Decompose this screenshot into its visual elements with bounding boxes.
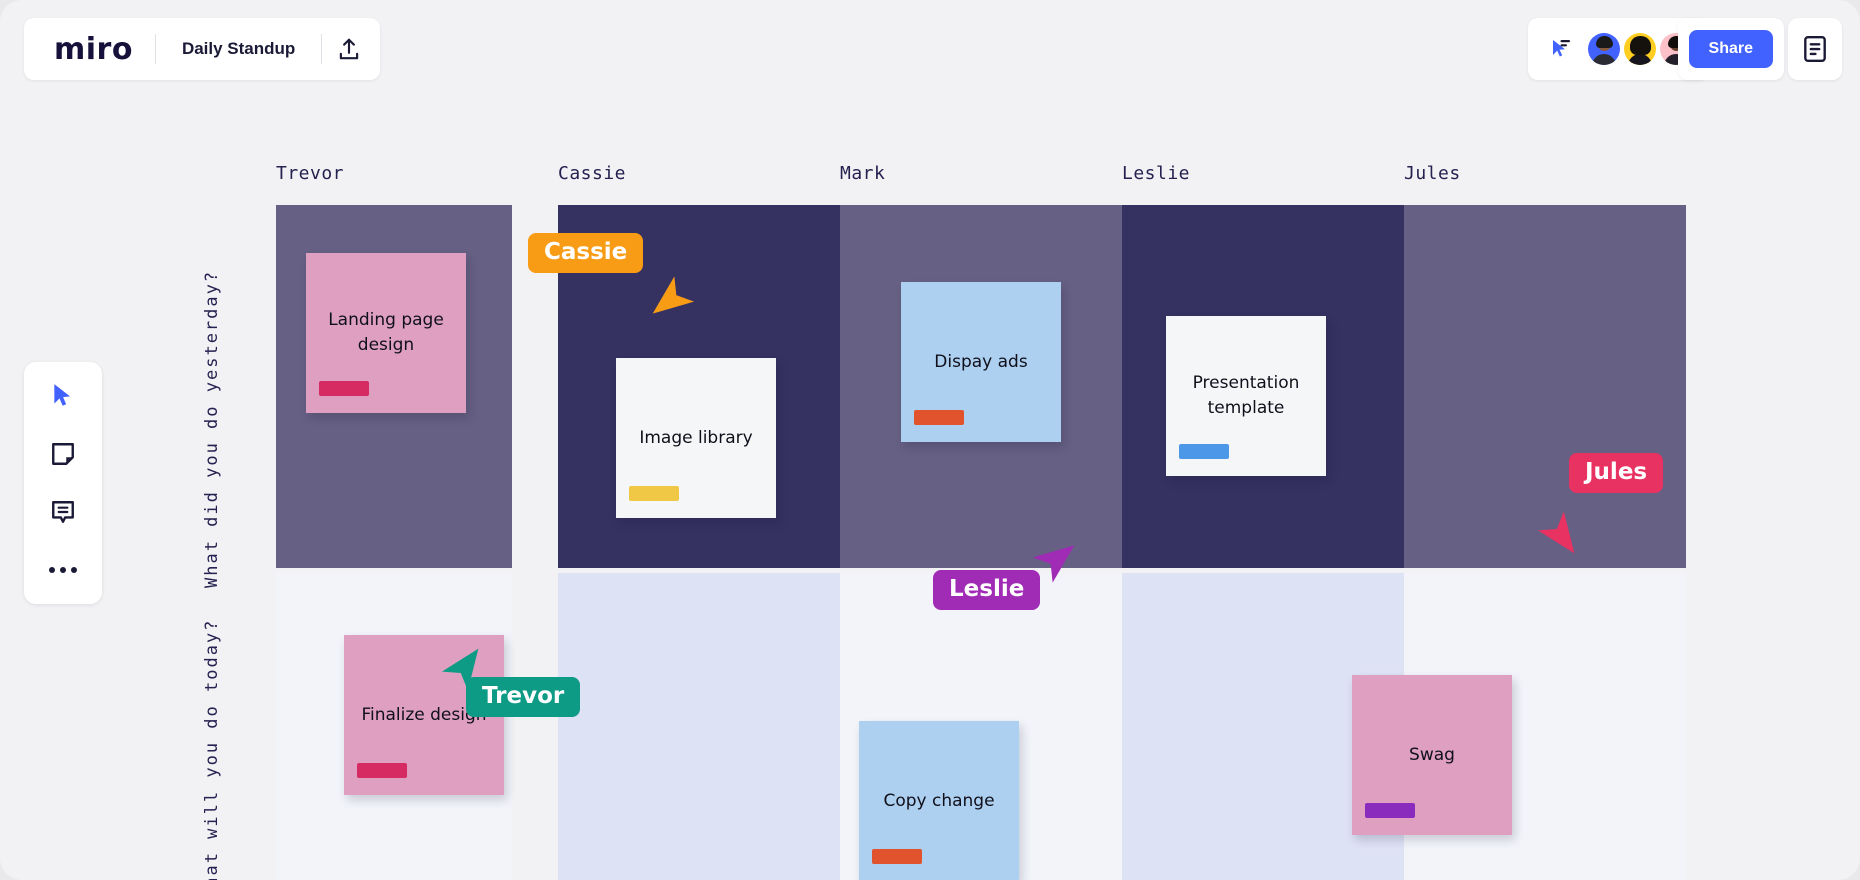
cursor-name-label: Leslie <box>933 570 1041 611</box>
miro-logo-text: miro <box>54 31 133 67</box>
sticky-note-text: Presentation template <box>1192 373 1300 418</box>
sticky-note-text: Landing page design <box>328 310 444 355</box>
share-panel: Share <box>1677 18 1784 80</box>
sticky-note-tag <box>357 763 407 778</box>
cursor-select-icon <box>54 384 71 406</box>
column-header-jules: Jules <box>1404 163 1461 184</box>
tool-sticky-note[interactable] <box>39 434 87 474</box>
column-header-row: Trevor Cassie Mark Leslie Jules <box>276 163 1676 193</box>
left-toolbar <box>24 362 102 604</box>
sticky-note[interactable]: Presentation template <box>1166 316 1326 476</box>
cursor-name-label: Jules <box>1569 453 1664 494</box>
sticky-note[interactable]: Landing page design <box>306 253 466 413</box>
standup-board: Trevor Cassie Mark Leslie Jules What did you… <box>202 163 1686 880</box>
avatar[interactable] <box>1624 33 1656 65</box>
upload-button[interactable] <box>322 24 376 74</box>
sticky-note-text: Dispay ads <box>934 351 1028 372</box>
sticky-note-text: Image library <box>639 427 753 448</box>
sticky-note[interactable]: Dispay ads <box>901 282 1061 442</box>
sticky-note[interactable]: Copy change <box>859 721 1019 880</box>
row-label-1: What did you do yesterday? <box>202 269 222 588</box>
follow-cursor-icon <box>1553 40 1570 57</box>
row-label-2: What will you do today? <box>202 618 222 880</box>
sticky-note-tag <box>629 486 679 501</box>
tool-more-options[interactable] <box>39 550 87 590</box>
grid-cell-cassie-row2[interactable] <box>558 573 840 880</box>
column-header-leslie: Leslie <box>1122 163 1191 184</box>
sticky-note[interactable]: Image library <box>616 358 776 518</box>
app-window: miro Daily Standup Share Trevor Cassie M… <box>0 0 1860 880</box>
column-header-cassie: Cassie <box>558 163 627 184</box>
header-left-panel: miro Daily Standup <box>24 18 381 80</box>
sticky-note-text: Copy change <box>883 790 995 811</box>
sticky-note-text: Swag <box>1409 744 1455 765</box>
cursor-name-label: Cassie <box>528 233 644 274</box>
avatar[interactable] <box>1588 33 1620 65</box>
comment-icon <box>52 501 74 523</box>
share-button[interactable]: Share <box>1688 30 1773 68</box>
miro-logo[interactable]: miro <box>28 32 155 67</box>
sticky-note-tag <box>1365 803 1415 818</box>
upload-icon <box>340 38 359 60</box>
sticky-note-icon <box>52 443 74 465</box>
avatar-list <box>1588 33 1692 65</box>
column-header-trevor: Trevor <box>276 163 345 184</box>
sticky-note-tag <box>872 849 922 864</box>
sticky-note-tag <box>1179 444 1229 459</box>
board-title[interactable]: Daily Standup <box>156 39 321 59</box>
more-options-icon <box>49 567 77 573</box>
sticky-note[interactable]: Swag <box>1352 675 1512 835</box>
follow-cursor-button[interactable] <box>1544 32 1578 66</box>
column-header-mark: Mark <box>840 163 886 184</box>
cursor-name-label: Trevor <box>466 677 581 718</box>
sticky-note-tag <box>319 381 369 396</box>
notes-panel-icon <box>1804 35 1826 63</box>
tool-select[interactable] <box>39 376 87 416</box>
sticky-note-tag <box>914 410 964 425</box>
tool-comment[interactable] <box>39 492 87 532</box>
notes-panel-button[interactable] <box>1788 18 1842 80</box>
